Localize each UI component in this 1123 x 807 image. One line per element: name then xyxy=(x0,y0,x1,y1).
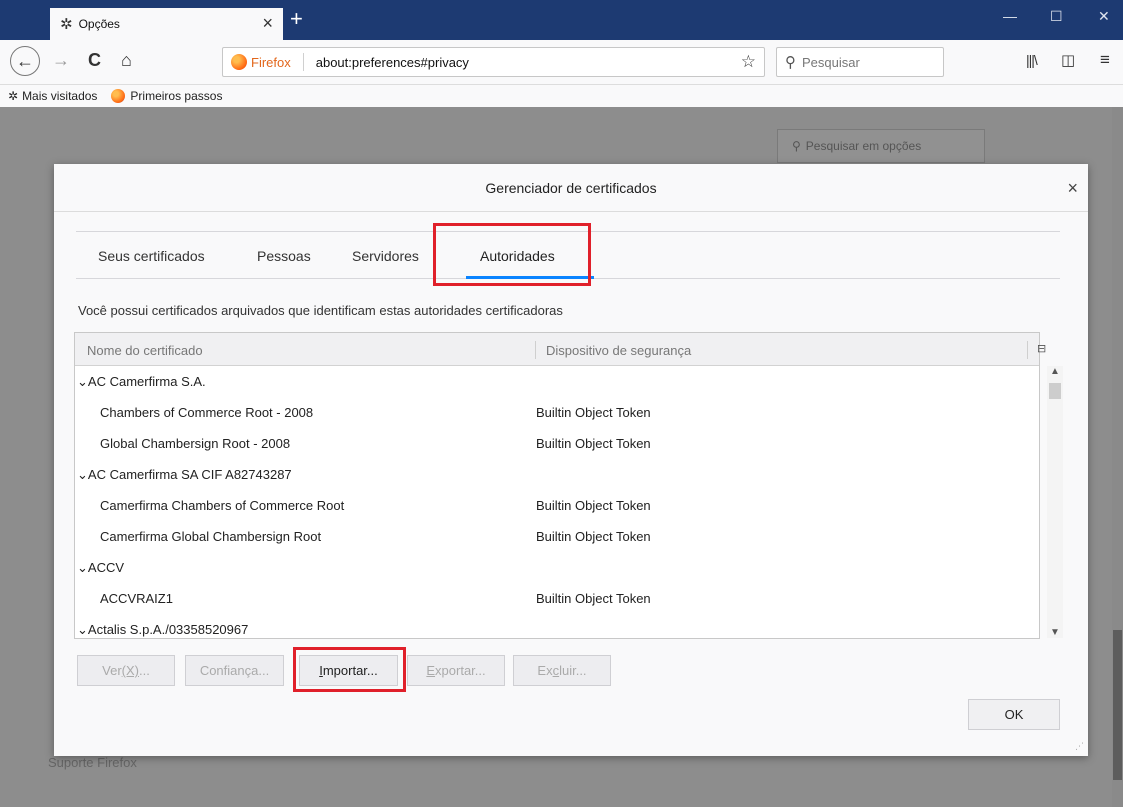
forward-button[interactable]: → xyxy=(52,50,70,71)
identity-label: Firefox xyxy=(251,54,291,70)
certificate-name: Camerfirma Global Chambersign Root xyxy=(100,529,322,544)
security-device: Builtin Object Token xyxy=(536,498,651,513)
tree-header: Nome do certificado Dispositivo de segur… xyxy=(75,333,1046,366)
tree-scrollbar-thumb[interactable] xyxy=(1049,383,1061,399)
bookmark-label: Mais visitados xyxy=(22,89,98,103)
url-text[interactable]: about:preferences#privacy xyxy=(316,55,469,70)
ok-button[interactable]: OK xyxy=(968,699,1060,730)
bookmarks-toolbar: ✲ Mais visitados Primeiros passos xyxy=(0,85,1123,107)
reload-button[interactable]: C xyxy=(88,50,101,71)
view-button[interactable]: Ver (X)... xyxy=(77,655,175,686)
dialog-description: Você possui certificados arquivados que … xyxy=(78,303,563,318)
url-bar[interactable]: Firefox about:preferences#privacy ☆ xyxy=(222,47,765,77)
gear-icon: ✲ xyxy=(8,89,19,103)
tree-group-row[interactable]: ⌄Actalis S.p.A./03358520967 xyxy=(75,614,1045,638)
firefox-icon xyxy=(231,54,247,70)
search-icon: ⚲ xyxy=(792,139,801,153)
preferences-search-input: ⚲ Pesquisar em opções xyxy=(777,129,985,163)
maximize-button[interactable]: ☐ xyxy=(1050,8,1063,25)
tree-item-row[interactable]: ACCVRAIZ1 Builtin Object Token xyxy=(75,583,1045,614)
twisty-icon[interactable]: ⌄ xyxy=(77,560,88,575)
tree-group-row[interactable]: ⌄AC Camerfirma S.A. xyxy=(75,366,1045,397)
column-certificate-name[interactable]: Nome do certificado xyxy=(87,343,203,358)
sidebar-icon[interactable]: ◫ xyxy=(1061,51,1075,69)
resize-grip-icon[interactable]: ⋰ xyxy=(1075,741,1084,752)
tree-item-row[interactable]: Camerfirma Chambers of Commerce Root Bui… xyxy=(75,490,1045,521)
highlight-import-button xyxy=(293,647,406,692)
column-separator xyxy=(535,341,536,359)
dialog-header: Gerenciador de certificados × xyxy=(54,164,1088,212)
browser-tab[interactable]: ✲ Opções × xyxy=(50,8,283,40)
column-picker-icon[interactable]: ⊟ xyxy=(1037,342,1046,355)
security-device: Builtin Object Token xyxy=(536,591,651,606)
certificate-name: Chambers of Commerce Root - 2008 xyxy=(100,405,314,420)
tab-people[interactable]: Pessoas xyxy=(257,248,311,264)
certificate-name: Global Chambersign Root - 2008 xyxy=(100,436,291,451)
column-security-device[interactable]: Dispositivo de segurança xyxy=(546,343,691,358)
dialog-close-icon[interactable]: × xyxy=(1067,178,1078,199)
page-scrollbar-thumb[interactable] xyxy=(1113,630,1122,780)
bookmark-label: Primeiros passos xyxy=(130,89,223,103)
back-button[interactable]: ← xyxy=(10,46,40,76)
tree-group-row[interactable]: ⌄AC Camerfirma SA CIF A82743287 xyxy=(75,459,1045,490)
firefox-icon xyxy=(111,89,126,103)
security-device: Builtin Object Token xyxy=(536,529,651,544)
bookmark-star-icon[interactable]: ☆ xyxy=(741,52,756,72)
tab-title: Opções xyxy=(78,17,120,31)
export-button[interactable]: Exportar... xyxy=(407,655,505,686)
gear-icon: ✲ xyxy=(60,16,73,33)
tree-item-row[interactable]: Camerfirma Global Chambersign Root Built… xyxy=(75,521,1045,552)
tree-scrollbar[interactable]: ▲ ▼ xyxy=(1047,366,1063,638)
support-link: Suporte Firefox xyxy=(48,755,137,770)
new-tab-button[interactable]: + xyxy=(290,6,303,32)
navigation-toolbar: ← → C ⌂ Firefox about:preferences#privac… xyxy=(0,40,1123,85)
title-bar: ✲ Opções × + — ☐ ✕ xyxy=(0,0,1123,40)
security-device: Builtin Object Token xyxy=(536,405,651,420)
library-icon[interactable]: |||\ xyxy=(1026,52,1038,68)
tree-item-row[interactable]: Chambers of Commerce Root - 2008 Builtin… xyxy=(75,397,1045,428)
group-name: ⌄AC Camerfirma S.A. xyxy=(77,374,206,389)
certificate-name: ACCVRAIZ1 xyxy=(100,591,173,606)
security-device: Builtin Object Token xyxy=(536,436,651,451)
twisty-icon[interactable]: ⌄ xyxy=(77,374,88,389)
tree-group-row[interactable]: ⌄ACCV xyxy=(75,552,1045,583)
trust-button[interactable]: Confiança... xyxy=(185,655,284,686)
menu-icon[interactable]: ≡ xyxy=(1100,50,1110,70)
group-name: ⌄AC Camerfirma SA CIF A82743287 xyxy=(77,467,292,482)
search-input[interactable]: ⚲ Pesquisar xyxy=(776,47,944,77)
scroll-up-icon[interactable]: ▲ xyxy=(1050,366,1060,377)
column-separator xyxy=(1027,341,1028,359)
highlight-authorities-tab xyxy=(433,223,591,286)
bookmark-getting-started[interactable]: Primeiros passos xyxy=(111,89,222,103)
twisty-icon[interactable]: ⌄ xyxy=(77,467,88,482)
group-name: ⌄ACCV xyxy=(77,560,125,575)
search-placeholder: Pesquisar xyxy=(802,54,860,70)
dialog-title: Gerenciador de certificados xyxy=(485,179,657,196)
scroll-down-icon[interactable]: ▼ xyxy=(1050,627,1060,638)
tab-close-icon[interactable]: × xyxy=(262,13,273,34)
twisty-icon[interactable]: ⌄ xyxy=(77,622,88,637)
url-separator xyxy=(302,53,304,71)
preferences-search-placeholder: Pesquisar em opções xyxy=(805,139,922,153)
certificate-tree[interactable]: Nome do certificado Dispositivo de segur… xyxy=(74,332,1063,639)
home-button[interactable]: ⌂ xyxy=(121,50,132,71)
tree-item-row[interactable]: Global Chambersign Root - 2008 Builtin O… xyxy=(75,428,1045,459)
tab-your-certificates[interactable]: Seus certificados xyxy=(98,248,205,264)
tree-rows: ⌄AC Camerfirma S.A. Chambers of Commerce… xyxy=(75,366,1045,638)
group-name: ⌄Actalis S.p.A./03358520967 xyxy=(77,622,249,637)
search-icon: ⚲ xyxy=(785,54,796,71)
minimize-button[interactable]: — xyxy=(1003,8,1017,24)
tab-servers[interactable]: Servidores xyxy=(352,248,419,264)
bookmark-most-visited[interactable]: ✲ Mais visitados xyxy=(8,89,97,103)
close-window-button[interactable]: ✕ xyxy=(1098,8,1110,25)
delete-button[interactable]: Ex c luir... xyxy=(513,655,611,686)
certificate-name: Camerfirma Chambers of Commerce Root xyxy=(100,498,345,513)
